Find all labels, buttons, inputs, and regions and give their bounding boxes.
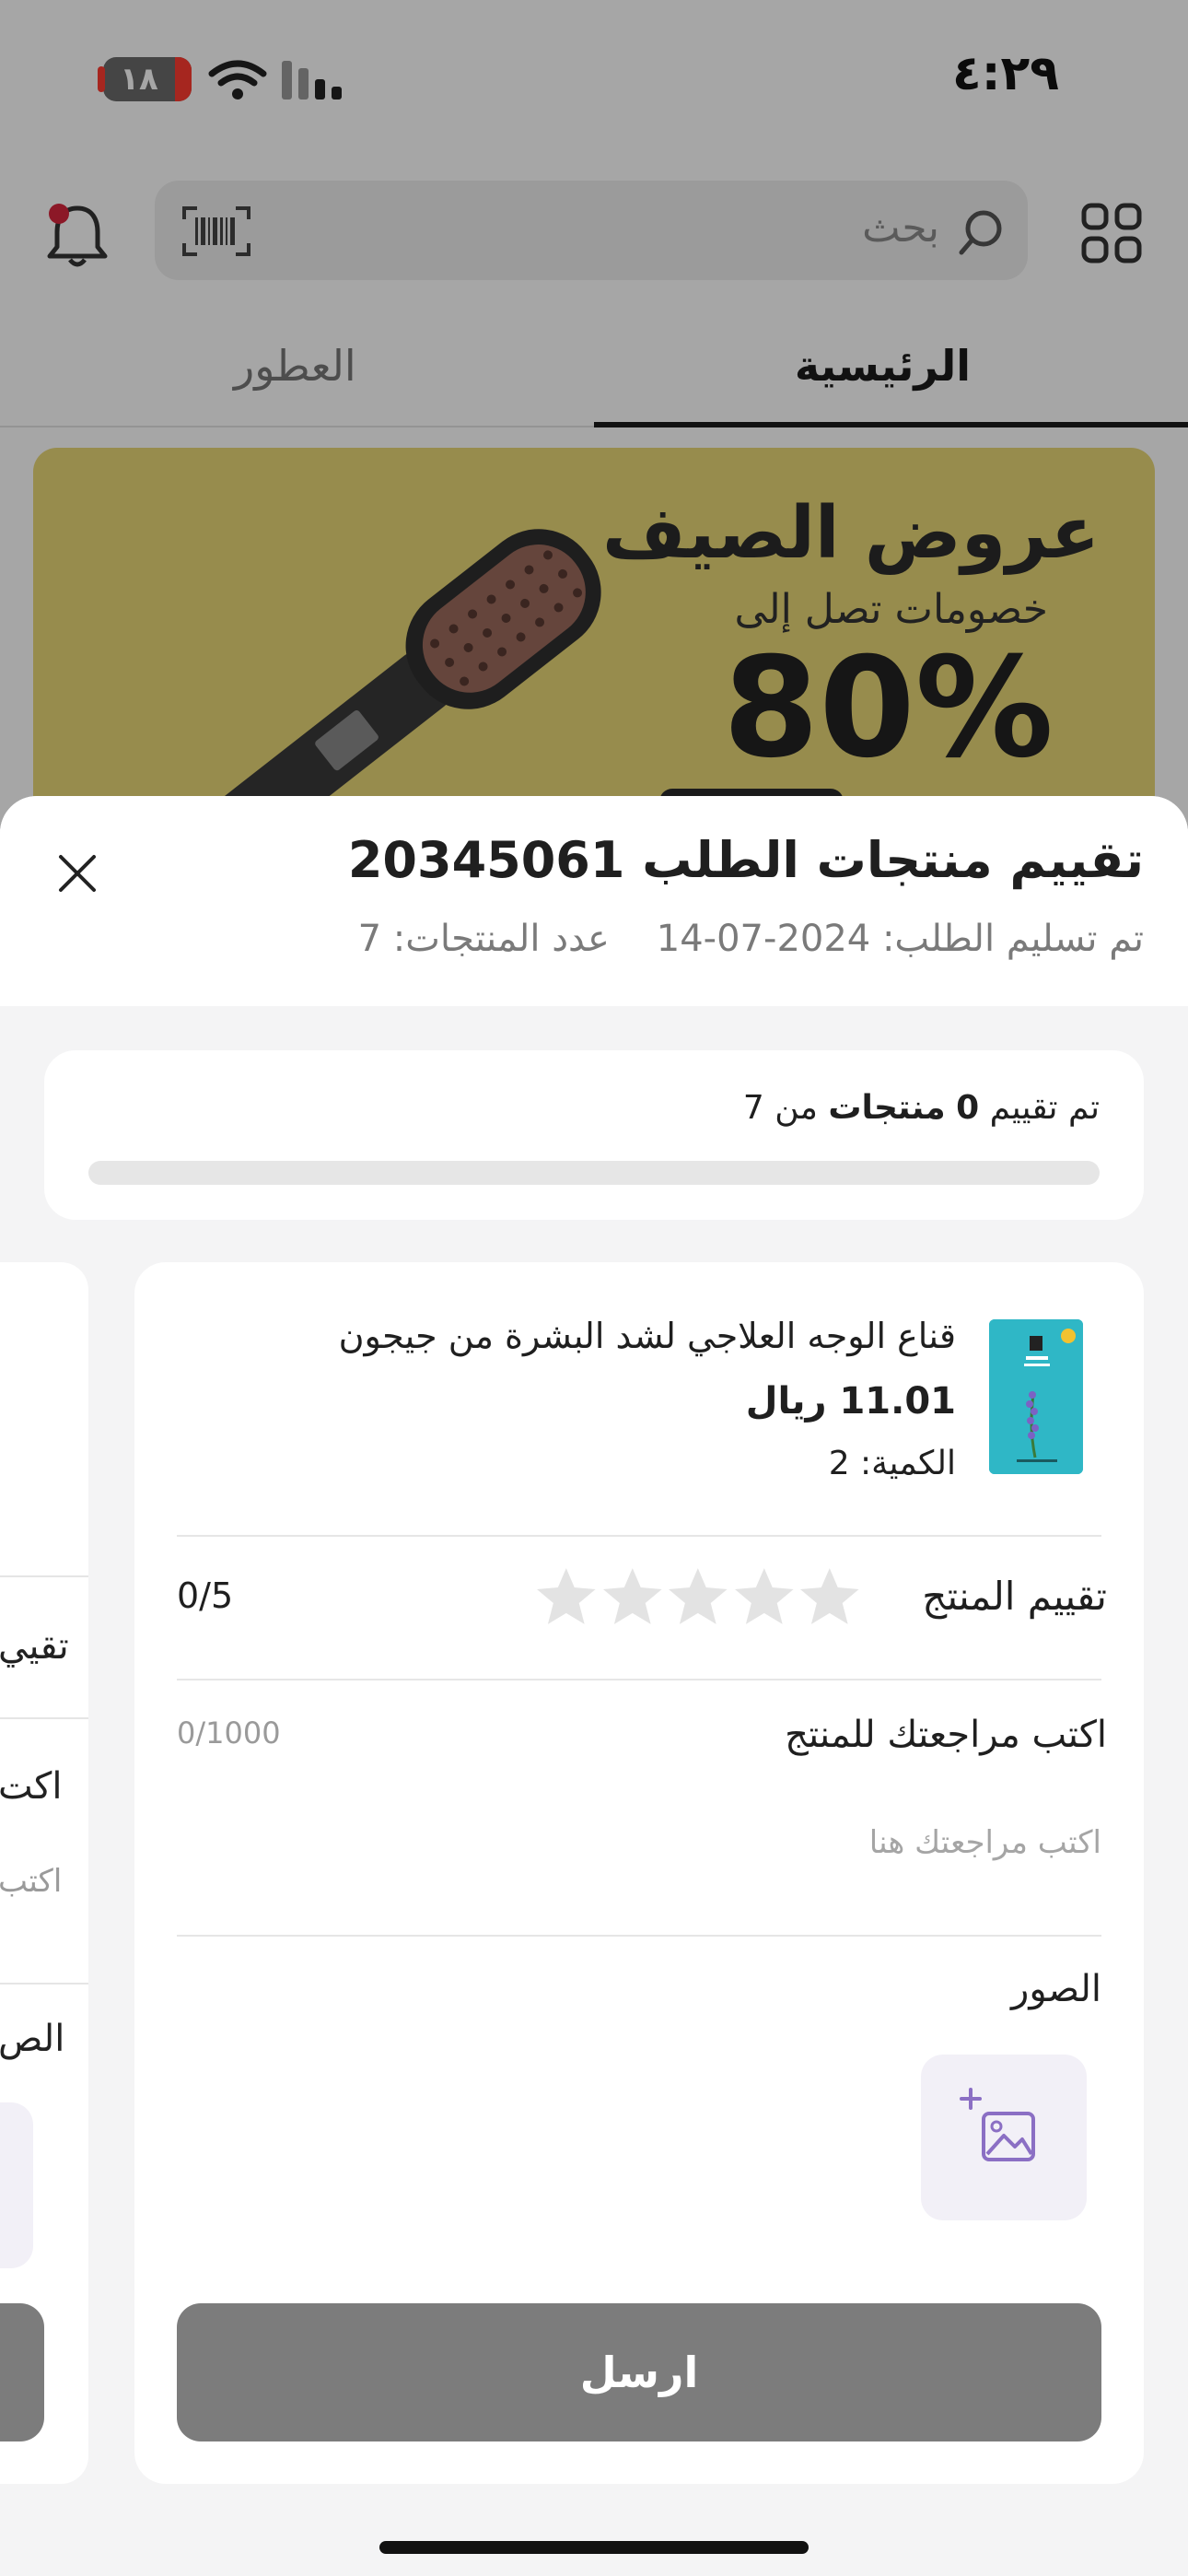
sheet-header: تقييم منتجات الطلب 20345061 تم تسليم الط… [0, 796, 1188, 1006]
delivered-date: تم تسليم الطلب: 2024-07-14 [656, 918, 1144, 960]
progress-middle: من [775, 1089, 818, 1127]
add-image-icon [960, 2088, 1035, 2161]
modal-overlay[interactable] [0, 0, 1188, 829]
product-image [989, 1319, 1083, 1474]
home-indicator[interactable] [379, 2541, 809, 2554]
next-product-card[interactable]: تقيي اكت اكتب الص [0, 1262, 88, 2484]
review-char-count: 0/1000 [177, 1715, 281, 1751]
star-4-icon[interactable] [732, 1564, 797, 1629]
divider [177, 1535, 1101, 1537]
product-review-card: قناع الوجه العلاجي لشد البشرة من جيجون 1… [134, 1262, 1144, 2484]
progress-rated-count: 0 [956, 1089, 980, 1127]
review-label: اكتب مراجعتك للمنتج [785, 1714, 1107, 1756]
star-1-icon[interactable] [534, 1564, 599, 1629]
next-rating-label: تقيي [0, 1625, 69, 1668]
sheet-title: تقييم منتجات الطلب 20345061 [347, 831, 1144, 889]
product-name: قناع الوجه العلاجي لشد البشرة من جيجون [338, 1316, 956, 1356]
product-rating-label: تقييم المنتج [922, 1574, 1107, 1619]
order-meta: تم تسليم الطلب: 2024-07-14 عدد المنتجات:… [358, 918, 1144, 960]
next-add-photo-button[interactable] [0, 2102, 33, 2268]
product-quantity: الكمية: 2 [828, 1445, 956, 1482]
divider [0, 1575, 88, 1577]
next-review-label: اكت [0, 1765, 63, 1808]
progress-unit: منتجات [828, 1089, 946, 1127]
rating-value: 0/5 [177, 1575, 234, 1616]
background-app: ٤:٢٩ ١٨ بحث الرئيسية العطور عروض الصيف خ… [0, 0, 1188, 829]
products-count: عدد المنتجات: 7 [357, 918, 610, 960]
progress-total: 7 [742, 1089, 764, 1127]
next-submit-button[interactable] [0, 2303, 44, 2441]
divider [177, 1935, 1101, 1937]
divider [177, 1679, 1101, 1680]
add-photo-button[interactable] [921, 2055, 1087, 2220]
rating-progress-text: تم تقييم 0 منتجات من 7 [743, 1089, 1100, 1127]
review-input[interactable] [177, 1795, 1101, 1891]
star-2-icon[interactable] [600, 1564, 665, 1629]
divider [0, 1983, 88, 1985]
progress-bar [88, 1161, 1100, 1185]
next-photos-label: الص [0, 2018, 65, 2060]
progress-prefix: تم تقييم [989, 1089, 1100, 1127]
star-5-icon[interactable] [798, 1564, 862, 1629]
close-icon[interactable] [50, 846, 105, 901]
star-3-icon[interactable] [666, 1564, 730, 1629]
next-review-placeholder: اكتب [0, 1863, 63, 1900]
divider [0, 1717, 88, 1719]
rate-order-sheet: تقييم منتجات الطلب 20345061 تم تسليم الط… [0, 796, 1188, 2576]
rating-progress-card: تم تقييم 0 منتجات من 7 [44, 1050, 1144, 1220]
star-rating [534, 1564, 862, 1629]
submit-review-button[interactable]: ارسل [177, 2303, 1101, 2441]
product-price: 11.01 ريال [745, 1380, 956, 1423]
photos-label: الصور [1011, 1968, 1101, 2010]
